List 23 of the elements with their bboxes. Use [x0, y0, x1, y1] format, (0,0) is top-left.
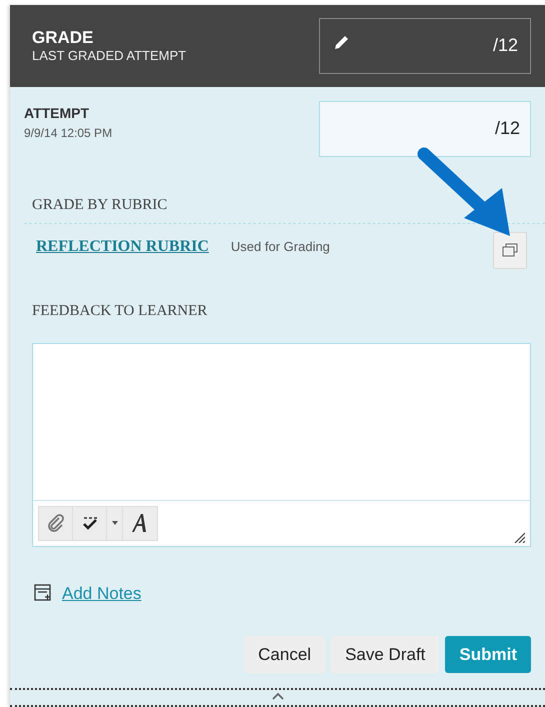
- windows-icon: [502, 243, 518, 258]
- feedback-heading: FEEDBACK TO LEARNER: [32, 302, 208, 319]
- caret-icon: [112, 521, 118, 525]
- attempt-date: 9/9/14 12:05 PM: [24, 124, 112, 142]
- notes-icon: [34, 584, 52, 602]
- attempt-label: ATTEMPT: [24, 104, 90, 123]
- grade-field[interactable]: /12: [319, 18, 531, 74]
- paperclip-icon: [46, 514, 64, 532]
- grade-suffix: /12: [492, 34, 518, 58]
- rubric-link[interactable]: REFLECTION RUBRIC: [36, 234, 209, 259]
- pencil-icon: [332, 34, 350, 52]
- resize-handle-icon[interactable]: [513, 530, 525, 542]
- header-subtitle: LAST GRADED ATTEMPT: [32, 48, 186, 65]
- collapse-chevron-icon[interactable]: [272, 693, 284, 700]
- score-suffix: /12: [494, 117, 520, 140]
- header-title: GRADE: [32, 27, 94, 48]
- spellcheck-icon: [80, 515, 98, 531]
- rubric-view-button[interactable]: [493, 232, 527, 269]
- action-button[interactable]: Cancel: [244, 636, 326, 673]
- attempt-score-field[interactable]: /12: [319, 100, 531, 157]
- action-button[interactable]: Save Draft: [331, 636, 440, 673]
- rubric-status: Used for Grading: [230, 238, 330, 256]
- rubric-heading: GRADE BY RUBRIC: [32, 196, 168, 213]
